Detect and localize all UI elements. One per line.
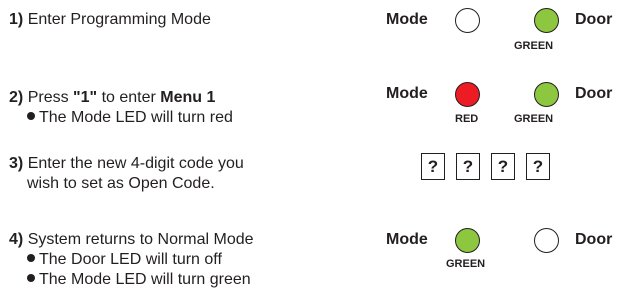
mode-led-green [455, 228, 480, 253]
step-4-bullet-1: The Door LED will turn off [27, 250, 222, 270]
door-led-caption: GREEN [514, 113, 554, 125]
bullet-icon [27, 274, 35, 282]
step-2: 2) Press "1" to enter Menu 1 [9, 88, 215, 108]
step-4-bullet-1-text: The Door LED will turn off [39, 251, 222, 268]
door-label: Door [575, 231, 613, 248]
step-2-key: "1" [73, 89, 98, 106]
door-led-off [534, 228, 559, 253]
step-3: 3) Enter the new 4-digit code you [9, 154, 244, 174]
step-3-text: Enter the new 4-digit code you [27, 155, 244, 172]
code-digit-box: ? [456, 153, 480, 180]
step-4-number: 4) [9, 231, 24, 248]
step-2-menu: Menu 1 [160, 89, 216, 106]
door-led-green [534, 82, 559, 107]
mode-label: Mode [386, 11, 428, 28]
step-4-text: System returns to Normal Mode [27, 231, 254, 248]
step-2-bullet-1-text: The Mode LED will turn red [39, 109, 233, 126]
bullet-icon [27, 112, 35, 120]
step-2-bullet-1: The Mode LED will turn red [27, 108, 233, 128]
door-led-green [534, 8, 559, 33]
step-1: 1) Enter Programming Mode [9, 10, 211, 30]
step-3-number: 3) [9, 155, 24, 172]
mode-led-red [455, 82, 480, 107]
mode-label: Mode [386, 231, 428, 248]
mode-led-caption: GREEN [446, 258, 486, 270]
step-4: 4) System returns to Normal Mode [9, 230, 254, 250]
step-2-number: 2) [9, 89, 24, 106]
step-1-number: 1) [9, 11, 24, 28]
mode-label: Mode [386, 85, 428, 102]
code-digit-box: ? [491, 153, 515, 180]
code-digit-box: ? [421, 153, 445, 180]
step-1-text: Enter Programming Mode [27, 11, 211, 28]
mode-led-off [455, 8, 480, 33]
mode-led-caption: RED [455, 113, 479, 125]
door-led-caption: GREEN [514, 40, 554, 52]
step-4-bullet-2-text: The Mode LED will turn green [39, 271, 251, 288]
step-3-line-2: wish to set as Open Code. [27, 175, 215, 192]
door-label: Door [575, 11, 613, 28]
door-label: Door [575, 85, 613, 102]
bullet-icon [27, 254, 35, 262]
step-4-bullet-2: The Mode LED will turn green [27, 270, 251, 290]
step-2-text-b: to enter [101, 89, 156, 106]
step-2-text-a: Press [27, 89, 69, 106]
code-digit-box: ? [526, 153, 550, 180]
